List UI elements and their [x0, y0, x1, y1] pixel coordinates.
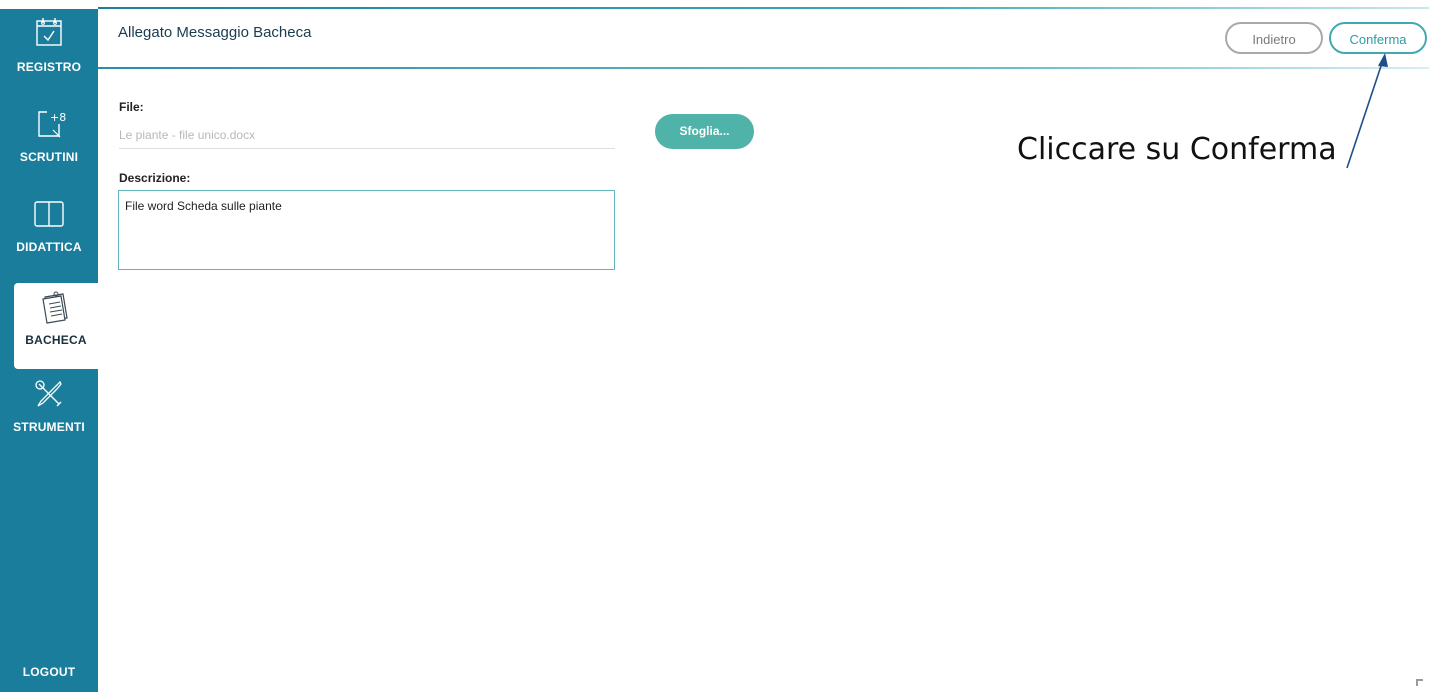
file-label: File:	[119, 100, 144, 114]
sidebar-item-label: BACHECA	[25, 333, 87, 347]
description-textarea[interactable]: File word Scheda sulle piante	[118, 190, 615, 270]
tools-icon	[35, 380, 62, 407]
back-button[interactable]: Indietro	[1225, 22, 1323, 54]
sidebar-item-registro[interactable]: REGISTRO	[0, 14, 98, 98]
notice-board-icon	[42, 291, 68, 324]
app-window: REGISTRO +8 SCRUTINI DIDATTICA BACHECA S…	[0, 0, 1429, 692]
annotation-text: Cliccare su Conferma	[1017, 132, 1337, 167]
annotation-arrow	[1346, 53, 1388, 169]
description-label: Descrizione:	[119, 171, 191, 185]
page-header: Allegato Messaggio Bacheca Indietro Conf…	[98, 9, 1429, 69]
open-book-icon	[34, 201, 64, 227]
sidebar-item-label: DIDATTICA	[16, 240, 82, 254]
sidebar-item-label: SCRUTINI	[19, 150, 79, 164]
sidebar-item-didattica[interactable]: DIDATTICA	[0, 194, 98, 278]
confirm-button[interactable]: Conferma	[1329, 22, 1427, 54]
header-divider	[98, 67, 1429, 69]
page-title: Allegato Messaggio Bacheca	[118, 24, 312, 41]
calendar-check-icon	[36, 18, 62, 46]
sidebar-item-scrutini[interactable]: +8 SCRUTINI	[0, 104, 98, 188]
resize-corner	[1416, 679, 1423, 686]
sidebar: REGISTRO +8 SCRUTINI DIDATTICA BACHECA S…	[0, 9, 98, 692]
file-field[interactable]: Le piante - file unico.docx	[119, 120, 615, 149]
logout-label: LOGOUT	[22, 665, 76, 679]
logout-button[interactable]: LOGOUT	[0, 665, 98, 687]
top-strip	[0, 0, 1429, 9]
svg-text:+8: +8	[50, 111, 66, 124]
sidebar-item-label: REGISTRO	[16, 60, 82, 74]
sidebar-item-bacheca[interactable]: BACHECA	[14, 283, 98, 369]
sidebar-item-strumenti[interactable]: STRUMENTI	[0, 374, 98, 458]
grade-plus-icon: +8	[38, 111, 66, 138]
sidebar-item-label: STRUMENTI	[13, 420, 85, 434]
browse-button[interactable]: Sfoglia...	[655, 114, 754, 149]
